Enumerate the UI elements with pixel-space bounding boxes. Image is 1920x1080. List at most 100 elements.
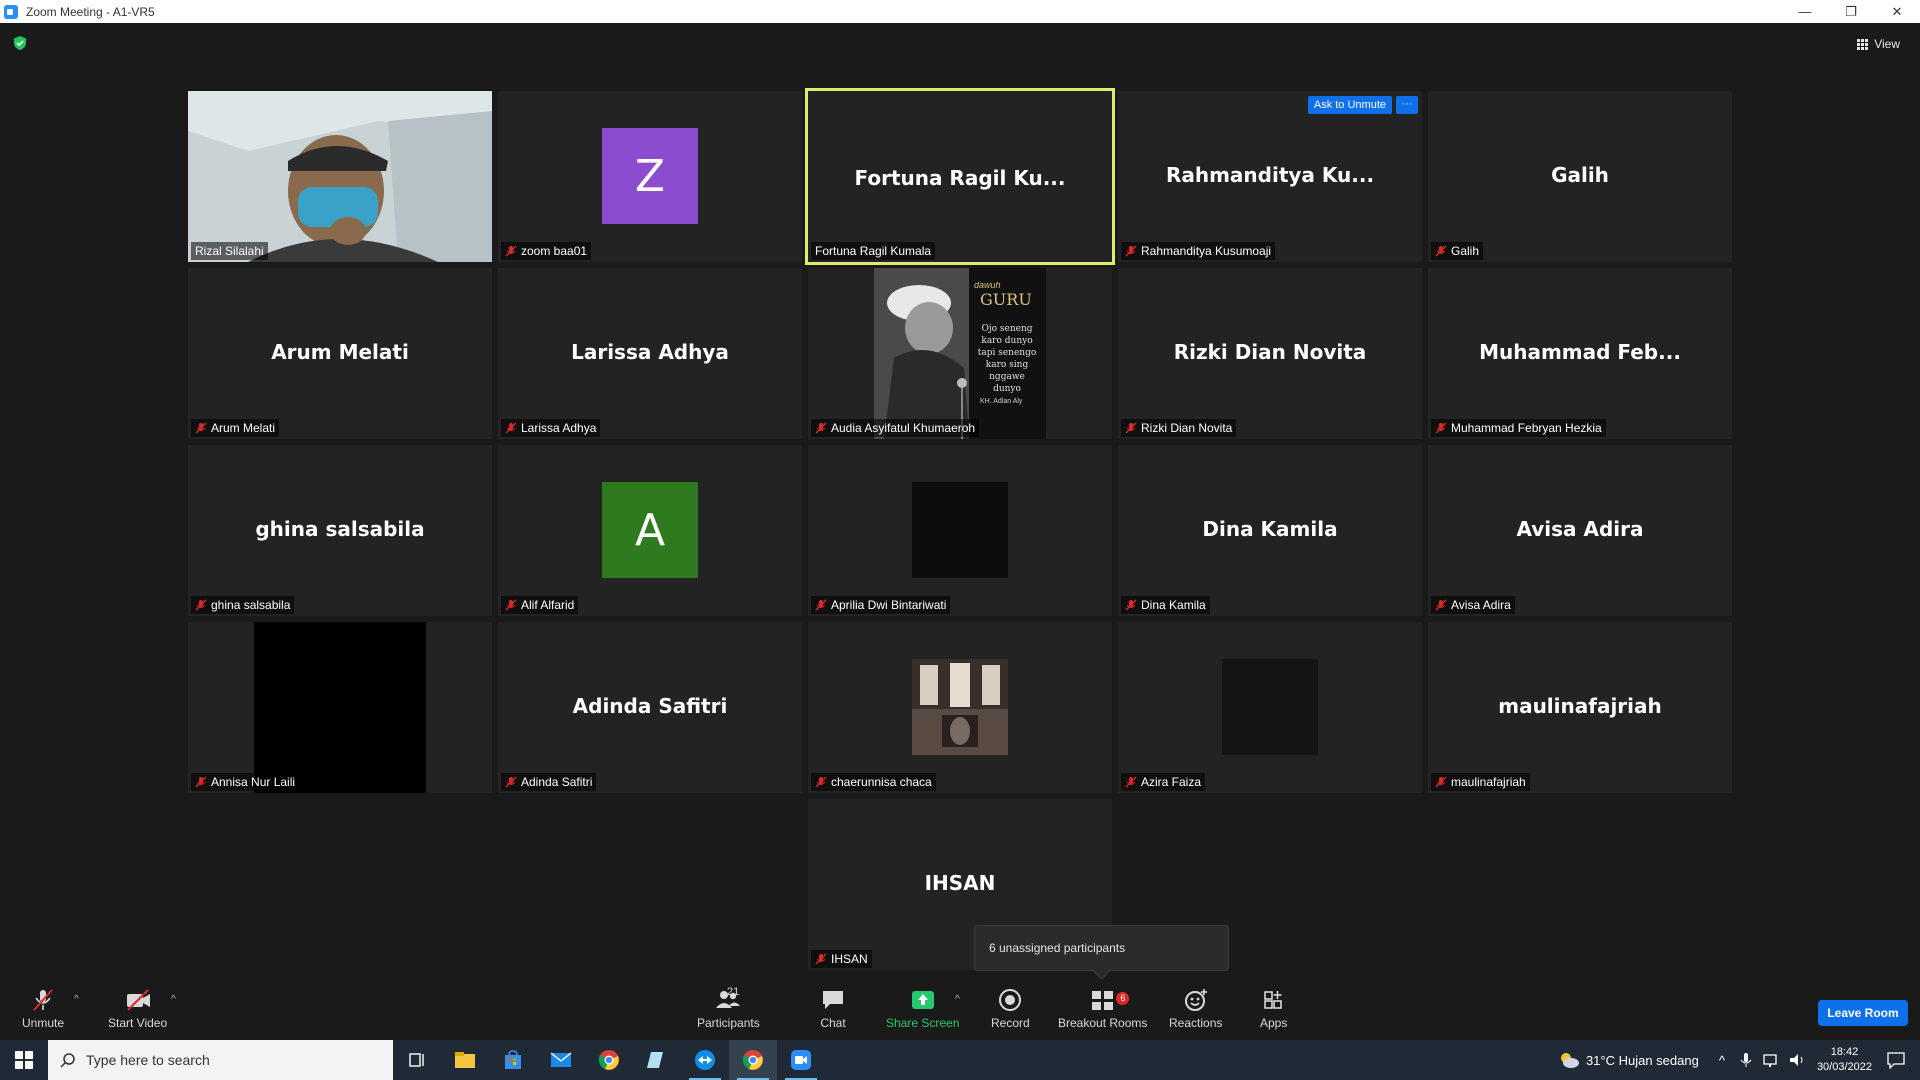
participant-name-label: Aprilia Dwi Bintariwati: [811, 596, 951, 614]
unassigned-participants-tooltip[interactable]: 6 unassigned participants: [974, 925, 1229, 971]
leave-room-button[interactable]: Leave Room: [1818, 1000, 1908, 1026]
participant-display-name: Rizki Dian Novita: [1173, 340, 1367, 364]
participant-name: zoom baa01: [521, 244, 588, 258]
breakout-rooms-label: Breakout Rooms: [1058, 1016, 1148, 1030]
muted-mic-icon: [1435, 599, 1447, 611]
participant-tile[interactable]: Avisa Adira Avisa Adira: [1428, 445, 1732, 616]
participant-name: Alif Alfarid: [521, 598, 575, 612]
share-options-caret-icon[interactable]: ^: [955, 994, 960, 1005]
participant-tile[interactable]: Arum Melati Arum Melati: [188, 268, 492, 439]
participant-tile[interactable]: chaerunnisa chaca: [808, 622, 1112, 793]
participant-display-name: Adinda Safitri: [572, 694, 728, 718]
apps-icon: [1263, 991, 1282, 1009]
tray-chevron-icon[interactable]: ^: [1719, 1053, 1725, 1068]
participants-button[interactable]: 21 Participants: [697, 986, 760, 1030]
system-tray: 31°C Hujan sedang ^ 18:42 30/03/2022: [1558, 1040, 1920, 1080]
participant-tile[interactable]: ghina salsabila ghina salsabila: [188, 445, 492, 616]
more-options-button[interactable]: ···: [1396, 96, 1418, 114]
participant-tile[interactable]: A Alif Alfarid: [498, 445, 802, 616]
participant-tile[interactable]: Annisa Nur Laili: [188, 622, 492, 793]
participant-name-label: Azira Faiza: [1121, 773, 1206, 791]
picture-subtitle: dawuh: [974, 280, 1001, 290]
participant-name: maulinafajriah: [1451, 775, 1526, 789]
participant-tile[interactable]: Dina Kamila Dina Kamila: [1118, 445, 1422, 616]
participant-display-name: Muhammad Feb...: [1479, 340, 1681, 364]
participant-tile[interactable]: maulinafajriah maulinafajriah: [1428, 622, 1732, 793]
muted-mic-icon: [505, 422, 517, 434]
chat-button[interactable]: Chat: [820, 988, 846, 1030]
network-icon[interactable]: [1763, 1052, 1781, 1068]
active-speaker-tile[interactable]: Fortuna Ragil Ku... Fortuna Ragil Kumala: [805, 88, 1115, 265]
weather-text[interactable]: 31°C Hujan sedang: [1586, 1053, 1699, 1068]
windows-taskbar: Type here to search 31°C Hujan sedang ^ …: [0, 1040, 1920, 1080]
muted-mic-icon: [1435, 245, 1447, 257]
record-button[interactable]: Record: [991, 988, 1030, 1030]
participant-name: Muhammad Febryan Hezkia: [1451, 421, 1602, 435]
view-button[interactable]: View: [1857, 33, 1900, 55]
reactions-icon: [1184, 989, 1207, 1011]
video-off-icon: [126, 989, 150, 1011]
participant-name-label: IHSAN: [811, 950, 872, 968]
muted-mic-icon: [505, 245, 517, 257]
weather-icon[interactable]: [1558, 1051, 1580, 1069]
microsoft-store-icon[interactable]: [489, 1040, 537, 1080]
participant-display-name: IHSAN: [924, 871, 996, 895]
ask-to-unmute-button[interactable]: Ask to Unmute: [1307, 96, 1392, 114]
task-view-icon[interactable]: [393, 1040, 441, 1080]
participant-tile[interactable]: Galih Galih: [1428, 91, 1732, 262]
clock[interactable]: 18:42 30/03/2022: [1817, 1045, 1872, 1075]
participant-name-label: Alif Alfarid: [501, 596, 579, 614]
muted-mic-icon: [1435, 422, 1447, 434]
zoom-taskbar-icon[interactable]: [777, 1040, 825, 1080]
file-explorer-icon[interactable]: [441, 1040, 489, 1080]
minimize-button[interactable]: —: [1782, 0, 1828, 23]
participant-tile[interactable]: Z zoom baa01: [498, 91, 802, 262]
close-button[interactable]: ✕: [1874, 0, 1920, 23]
microphone-tray-icon[interactable]: [1739, 1052, 1753, 1068]
video-options-caret-icon[interactable]: ^: [171, 994, 176, 1005]
participant-tile[interactable]: Larissa Adhya Larissa Adhya: [498, 268, 802, 439]
participant-tile[interactable]: Rizal Silalahi: [188, 91, 492, 262]
chrome-profile-icon[interactable]: [729, 1040, 777, 1080]
participant-name: IHSAN: [831, 952, 868, 966]
participant-tile[interactable]: dawuh GURU Ojo seneng karo dunyo tapi se…: [808, 268, 1112, 439]
muted-microphone-icon: [33, 989, 53, 1011]
participant-tile[interactable]: Azira Faiza: [1118, 622, 1422, 793]
shield-icon[interactable]: [12, 35, 28, 51]
participant-name: Avisa Adira: [1451, 598, 1511, 612]
breakout-rooms-button[interactable]: 6 Breakout Rooms: [1058, 988, 1147, 1030]
start-video-button[interactable]: Start Video: [108, 988, 167, 1030]
window-controls: — ❐ ✕: [1782, 0, 1920, 23]
participant-name: ghina salsabila: [211, 598, 291, 612]
participant-tile[interactable]: Ask to Unmute ··· Rahmanditya Ku... Rahm…: [1118, 91, 1422, 262]
chrome-icon[interactable]: [585, 1040, 633, 1080]
picture-title: GURU: [980, 290, 1032, 309]
audio-options-caret-icon[interactable]: ^: [74, 994, 79, 1005]
participant-display-name: Arum Melati: [271, 340, 409, 364]
restore-button[interactable]: ❐: [1828, 0, 1874, 23]
participant-tile[interactable]: Aprilia Dwi Bintariwati: [808, 445, 1112, 616]
meeting-area: View Rizal Silalahi Z zoom baa01 Fortuna…: [0, 23, 1920, 1040]
participant-tile[interactable]: Adinda Safitri Adinda Safitri: [498, 622, 802, 793]
participant-tile[interactable]: Rizki Dian Novita Rizki Dian Novita: [1118, 268, 1422, 439]
share-screen-icon: [911, 991, 934, 1009]
share-screen-button[interactable]: Share Screen: [886, 988, 959, 1030]
teamviewer-icon[interactable]: [681, 1040, 729, 1080]
muted-mic-icon: [1435, 776, 1447, 788]
notifications-icon[interactable]: [1886, 1051, 1906, 1069]
participant-display-name: ghina salsabila: [255, 517, 425, 541]
apps-button[interactable]: Apps: [1260, 988, 1287, 1030]
volume-icon[interactable]: [1789, 1052, 1807, 1068]
muted-mic-icon: [1125, 245, 1137, 257]
taskbar-search-box[interactable]: Type here to search: [48, 1040, 393, 1080]
start-button[interactable]: [0, 1040, 48, 1080]
participant-name-label: Avisa Adira: [1431, 596, 1515, 614]
participant-name: Rahmanditya Kusumoaji: [1141, 244, 1272, 258]
notes-app-icon[interactable]: [633, 1040, 681, 1080]
mail-icon[interactable]: [537, 1040, 585, 1080]
unmute-button[interactable]: Unmute: [22, 988, 64, 1030]
reactions-button[interactable]: Reactions: [1169, 988, 1222, 1030]
participant-tile[interactable]: Muhammad Feb... Muhammad Febryan Hezkia: [1428, 268, 1732, 439]
participant-display-name: Fortuna Ragil Ku...: [854, 166, 1066, 190]
participant-display-name: Dina Kamila: [1202, 517, 1338, 541]
